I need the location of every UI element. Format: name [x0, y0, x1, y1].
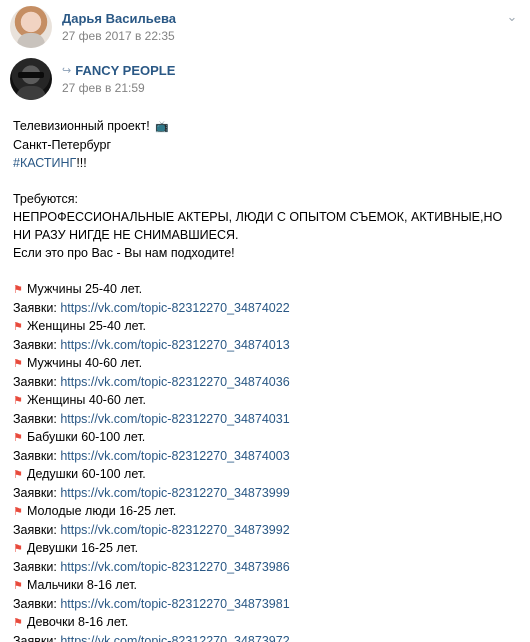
required-line: Требуются:	[13, 192, 79, 206]
request-line: Заявки: https://vk.com/topic-82312270_34…	[13, 632, 518, 642]
category-title: ⚑ Мужчины 25-40 лет.	[13, 280, 518, 299]
request-line: Заявки: https://vk.com/topic-82312270_34…	[13, 338, 290, 352]
wall-post: Дарья Васильева 27 фев 2017 в 22:35 ⌄ ↪ …	[0, 0, 530, 642]
request-line: Заявки: https://vk.com/topic-82312270_34…	[13, 560, 290, 574]
category-title: ⚑ Бабушки 60-100 лет.	[13, 428, 518, 447]
request-link[interactable]: https://vk.com/topic-82312270_34874031	[60, 412, 289, 426]
request-link[interactable]: https://vk.com/topic-82312270_34873981	[60, 597, 289, 611]
repost-icon: ↪	[62, 64, 72, 77]
flag-icon: ⚑	[13, 506, 23, 518]
post-title: Телевизионный проект!	[13, 119, 150, 133]
flag-icon: ⚑	[13, 617, 23, 629]
flag-icon: ⚑	[13, 395, 23, 407]
hashtag-line: #КАСТИНГ!!!	[13, 154, 518, 172]
invite-line: Если это про Вас - Вы нам подходите!	[13, 246, 235, 260]
caps-line-1: НЕПРОФЕССИОНАЛЬНЫЕ АКТЕРЫ, ЛЮДИ С ОПЫТОМ…	[13, 210, 503, 224]
request-link[interactable]: https://vk.com/topic-82312270_34874003	[60, 449, 289, 463]
request-link[interactable]: https://vk.com/topic-82312270_34873986	[60, 560, 289, 574]
category-title: ⚑ Молодые люди 16-25 лет.	[13, 502, 518, 521]
request-link[interactable]: https://vk.com/topic-82312270_34873992	[60, 523, 289, 537]
caps-line-2: НИ РАЗУ НИГДЕ НЕ СНИМАВШИЕСЯ.	[13, 228, 239, 242]
group-name[interactable]: FANCY PEOPLE	[75, 63, 175, 79]
post-header: Дарья Васильева 27 фев 2017 в 22:35	[10, 6, 176, 48]
category-title: ⚑ Женщины 40-60 лет.	[13, 391, 518, 410]
flag-icon: ⚑	[13, 543, 23, 555]
city-line: Санкт-Петербург	[13, 138, 112, 152]
hashtag-link[interactable]: #КАСТИНГ	[13, 156, 76, 170]
post-content: Телевизионный проект! 📺 Санкт-Петербург …	[13, 117, 518, 642]
request-link[interactable]: https://vk.com/topic-82312270_34873972	[60, 634, 289, 642]
category-title: ⚑ Девочки 8-16 лет.	[13, 613, 518, 632]
hashtag-exclamation: !!!	[76, 156, 87, 170]
author-info: Дарья Васильева 27 фев 2017 в 22:35	[62, 11, 176, 44]
repost-header: ↪ FANCY PEOPLE 27 фев в 21:59	[10, 58, 175, 100]
request-link[interactable]: https://vk.com/topic-82312270_34873999	[60, 486, 289, 500]
request-link[interactable]: https://vk.com/topic-82312270_34874036	[60, 375, 289, 389]
post-line: Телевизионный проект! 📺	[13, 117, 518, 136]
chevron-down-icon[interactable]: ⌄	[504, 9, 520, 25]
author-avatar[interactable]	[10, 6, 52, 48]
request-line: Заявки: https://vk.com/topic-82312270_34…	[13, 375, 290, 389]
category-title: ⚑ Мужчины 40-60 лет.	[13, 354, 518, 373]
request-line: Заявки: https://vk.com/topic-82312270_34…	[13, 523, 290, 537]
request-line: Заявки: https://vk.com/topic-82312270_34…	[13, 449, 290, 463]
category-title: ⚑ Мальчики 8-16 лет.	[13, 576, 518, 595]
request-link[interactable]: https://vk.com/topic-82312270_34874013	[60, 338, 289, 352]
flag-icon: ⚑	[13, 321, 23, 333]
flag-icon: ⚑	[13, 580, 23, 592]
flag-icon: ⚑	[13, 432, 23, 444]
post-timestamp[interactable]: 27 фев 2017 в 22:35	[62, 29, 176, 44]
repost-info: ↪ FANCY PEOPLE 27 фев в 21:59	[62, 63, 175, 96]
flag-icon: ⚑	[13, 469, 23, 481]
author-name[interactable]: Дарья Васильева	[62, 11, 176, 27]
flag-icon: ⚑	[13, 284, 23, 296]
request-line: Заявки: https://vk.com/topic-82312270_34…	[13, 486, 290, 500]
category-list: ⚑ Мужчины 25-40 лет. Заявки: https://vk.c…	[13, 280, 518, 642]
category-title: ⚑ Дедушки 60-100 лет.	[13, 465, 518, 484]
repost-source: ↪ FANCY PEOPLE	[62, 63, 175, 79]
tv-icon: 📺	[155, 121, 169, 133]
request-line: Заявки: https://vk.com/topic-82312270_34…	[13, 301, 290, 315]
request-link[interactable]: https://vk.com/topic-82312270_34874022	[60, 301, 289, 315]
category-title: ⚑ Девушки 16-25 лет.	[13, 539, 518, 558]
request-line: Заявки: https://vk.com/topic-82312270_34…	[13, 597, 290, 611]
group-avatar[interactable]	[10, 58, 52, 100]
request-line: Заявки: https://vk.com/topic-82312270_34…	[13, 412, 290, 426]
category-title: ⚑ Женщины 25-40 лет.	[13, 317, 518, 336]
repost-timestamp[interactable]: 27 фев в 21:59	[62, 81, 175, 96]
flag-icon: ⚑	[13, 358, 23, 370]
